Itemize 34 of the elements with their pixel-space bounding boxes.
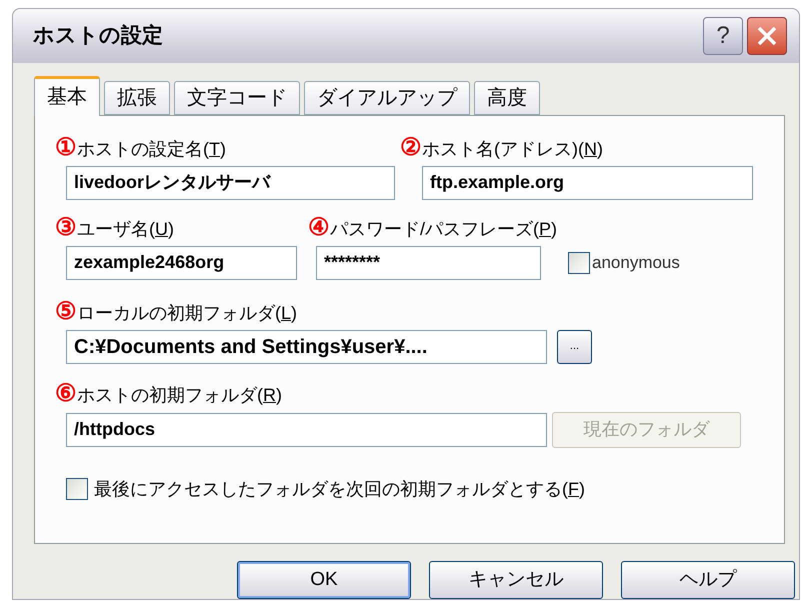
- field-label: ホストの初期フォルダ(R): [77, 386, 282, 406]
- text-field[interactable]: /httpdocs: [66, 412, 547, 447]
- tab[interactable]: 文字コード: [174, 80, 300, 115]
- text-field[interactable]: ********: [316, 246, 541, 280]
- checkbox[interactable]: [66, 478, 88, 500]
- field-label: ユーザ名(U): [77, 220, 174, 240]
- close-button[interactable]: [747, 16, 787, 55]
- checkbox-label: anonymous: [592, 252, 680, 274]
- checkbox[interactable]: [568, 252, 590, 274]
- dialog-button[interactable]: ヘルプ: [621, 561, 795, 599]
- tab[interactable]: ダイアルアップ: [304, 80, 470, 115]
- callout-number: ④: [308, 216, 330, 240]
- dialog-button[interactable]: キャンセル: [429, 561, 603, 599]
- text-field[interactable]: livedoorレンタルサーバ: [66, 166, 395, 200]
- browse-button[interactable]: ...: [557, 330, 592, 364]
- checkbox-label: 最後にアクセスしたフォルダを次回の初期フォルダとする(F): [94, 478, 585, 501]
- tab[interactable]: 拡張: [104, 80, 170, 115]
- callout-number: ⑤: [55, 300, 77, 324]
- help-button[interactable]: ?: [703, 16, 743, 55]
- tab[interactable]: 基本: [34, 76, 100, 116]
- field-label: パスワード/パスフレーズ(P): [330, 220, 558, 240]
- window-title: ホストの設定: [33, 22, 164, 50]
- tab[interactable]: 高度: [474, 80, 540, 115]
- text-field[interactable]: ftp.example.org: [422, 166, 753, 200]
- dialog-button[interactable]: OK: [237, 561, 411, 599]
- callout-number: ①: [55, 136, 77, 160]
- text-field[interactable]: zexample2468org: [66, 246, 297, 280]
- callout-number: ⑥: [55, 382, 77, 406]
- callout-number: ②: [400, 136, 422, 160]
- field-label: ローカルの初期フォルダ(L): [77, 304, 298, 324]
- field-label: ホストの設定名(T): [77, 140, 226, 160]
- callout-number: ③: [55, 216, 77, 240]
- text-field[interactable]: C:¥Documents and Settings¥user¥....: [66, 330, 547, 364]
- field-label: ホスト名(アドレス)(N): [422, 140, 603, 160]
